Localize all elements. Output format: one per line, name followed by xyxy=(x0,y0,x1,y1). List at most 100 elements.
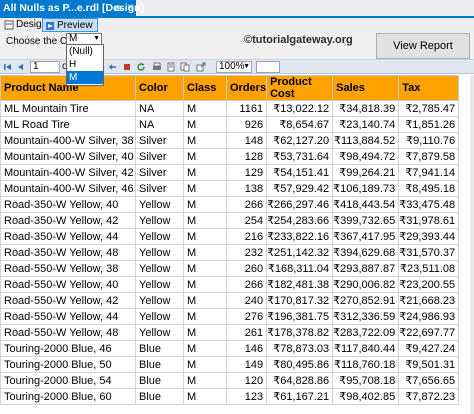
table-cell: M xyxy=(183,324,227,341)
table-cell: Silver xyxy=(135,132,184,149)
dropdown-option[interactable]: (Null) xyxy=(67,45,103,58)
table-cell: M xyxy=(183,212,227,229)
preview-mode-label: Preview xyxy=(57,20,93,31)
table-cell: M xyxy=(183,260,227,277)
table-cell: ₹64,828.86 xyxy=(266,372,334,389)
table-cell: ₹9,427.24 xyxy=(398,340,460,357)
table-cell: 138 xyxy=(225,180,268,197)
table-cell: ₹7,872.23 xyxy=(398,388,460,405)
table-cell: ₹57,929.42 xyxy=(266,180,334,197)
table-cell: ₹394,629.68 xyxy=(332,244,400,261)
table-row: Road-350-W Yellow, 48 Yellow M 232 ₹251,142.… xyxy=(0,244,460,261)
table-cell: ₹21,668.23 xyxy=(398,292,460,309)
zoom-select[interactable]: 100% ▼ xyxy=(216,61,252,73)
document-tab[interactable]: All Nulls as P...e.rdl [Design] ⊕ × xyxy=(0,0,144,16)
table-cell: M xyxy=(183,340,227,357)
pin-icon[interactable]: ⊕ xyxy=(114,0,122,16)
table-cell: M xyxy=(183,148,227,165)
vertical-scrollbar[interactable] xyxy=(470,75,474,414)
report-body: Product Name Color Class Orders Product … xyxy=(0,75,474,414)
view-report-button[interactable]: View Report xyxy=(376,33,470,59)
table-cell: ₹106,189.73 xyxy=(332,180,400,197)
table-cell: M xyxy=(183,276,227,293)
table-cell: ₹117,840.44 xyxy=(332,340,400,357)
table-cell: Blue xyxy=(135,388,184,405)
table-cell: ₹78,873.03 xyxy=(266,340,334,357)
table-cell: Touring-2000 Blue, 46 xyxy=(0,340,136,357)
print-layout-icon[interactable] xyxy=(166,62,176,72)
table-cell: ₹7,941.14 xyxy=(398,164,460,181)
table-cell: ₹23,200.55 xyxy=(398,276,460,293)
preview-mode-button[interactable]: Preview xyxy=(42,18,98,32)
table-cell: Blue xyxy=(135,356,184,373)
table-cell: Blue xyxy=(135,372,184,389)
dropdown-option-selected[interactable]: M xyxy=(67,71,103,84)
find-input[interactable] xyxy=(256,61,280,73)
table-cell: 276 xyxy=(225,308,268,325)
table-cell: 120 xyxy=(225,372,268,389)
first-page-icon[interactable] xyxy=(3,62,13,72)
table-row: Mountain-400-W Silver, 38 Silver M 148 ₹62,1… xyxy=(0,132,460,149)
table-cell: 926 xyxy=(225,116,268,133)
table-cell: ₹9,501.31 xyxy=(398,356,460,373)
table-row: Road-550-W Yellow, 44 Yellow M 276 ₹196,381.… xyxy=(0,308,460,325)
table-cell: Mountain-400-W Silver, 42 xyxy=(0,164,136,181)
table-cell: 149 xyxy=(225,356,268,373)
table-cell: ₹418,443.54 xyxy=(332,196,400,213)
table-cell: ₹54,151.41 xyxy=(266,164,334,181)
page-number-input[interactable]: 1 xyxy=(30,61,60,73)
table-cell: ₹170,817.32 xyxy=(266,292,334,309)
table-cell: Touring-2000 Blue, 60 xyxy=(0,388,136,405)
table-cell: ₹2,785.47 xyxy=(398,100,460,117)
table-row: Road-350-W Yellow, 44 Yellow M 216 ₹233,822.… xyxy=(0,228,460,245)
document-tab-title: All Nulls as P...e.rdl [Design] xyxy=(3,2,145,14)
table-cell: Yellow xyxy=(135,244,184,261)
table-cell: M xyxy=(183,292,227,309)
table-cell: Road-350-W Yellow, 44 xyxy=(0,228,136,245)
table-row: Touring-2000 Blue, 54 Blue M 120 ₹64,828.86 ₹… xyxy=(0,372,460,389)
table-cell: ₹8,495.18 xyxy=(398,180,460,197)
table-cell: ₹113,884.52 xyxy=(332,132,400,149)
table-cell: M xyxy=(183,132,227,149)
close-icon[interactable]: × xyxy=(127,0,133,16)
table-cell: ₹8,654.67 xyxy=(266,116,334,133)
table-cell: ₹118,760.18 xyxy=(332,356,400,373)
table-cell: ₹29,393.44 xyxy=(398,228,460,245)
table-row: ML Mountain Tire NA M 1161 ₹13,022.12 ₹34,818… xyxy=(0,100,460,117)
table-cell: Mountain-400-W Silver, 40 xyxy=(0,148,136,165)
export-icon[interactable] xyxy=(196,62,206,72)
document-tab-bar: All Nulls as P...e.rdl [Design] ⊕ × xyxy=(0,0,474,16)
table-cell: ₹290,006.82 xyxy=(332,276,400,293)
refresh-icon[interactable] xyxy=(136,62,146,72)
table-cell: NA xyxy=(135,100,184,117)
dropdown-option[interactable]: H xyxy=(67,58,103,71)
print-icon[interactable] xyxy=(152,62,162,72)
table-cell: Road-350-W Yellow, 48 xyxy=(0,244,136,261)
table-cell: Yellow xyxy=(135,308,184,325)
table-cell: M xyxy=(183,100,227,117)
table-cell: ₹24,986.93 xyxy=(398,308,460,325)
table-row: Road-350-W Yellow, 40 Yellow M 266 ₹266,297.… xyxy=(0,196,460,213)
back-icon[interactable] xyxy=(108,62,118,72)
table-cell: Road-550-W Yellow, 44 xyxy=(0,308,136,325)
table-cell: M xyxy=(183,356,227,373)
table-cell: Yellow xyxy=(135,292,184,309)
table-cell: 266 xyxy=(225,276,268,293)
table-cell: 148 xyxy=(225,132,268,149)
previous-page-icon[interactable] xyxy=(16,62,26,72)
preview-icon xyxy=(46,22,54,30)
table-cell: M xyxy=(183,388,227,405)
table-cell: ₹367,417.95 xyxy=(332,228,400,245)
stop-icon[interactable] xyxy=(122,62,132,72)
table-cell: ₹98,402.85 xyxy=(332,388,400,405)
table-row: ML Road Tire NA M 926 ₹8,654.67 ₹23,140.74 ₹1,… xyxy=(0,116,460,133)
zoom-value: 100% xyxy=(219,61,245,72)
table-cell: ₹233,822.16 xyxy=(266,228,334,245)
page-setup-icon[interactable] xyxy=(180,62,190,72)
column-header: Orders xyxy=(225,75,268,101)
table-cell: ₹293,887.87 xyxy=(332,260,400,277)
table-cell: ₹53,731.64 xyxy=(266,148,334,165)
column-header: Class xyxy=(183,75,227,101)
table-cell: 129 xyxy=(225,164,268,181)
table-cell: Road-550-W Yellow, 48 xyxy=(0,324,136,341)
